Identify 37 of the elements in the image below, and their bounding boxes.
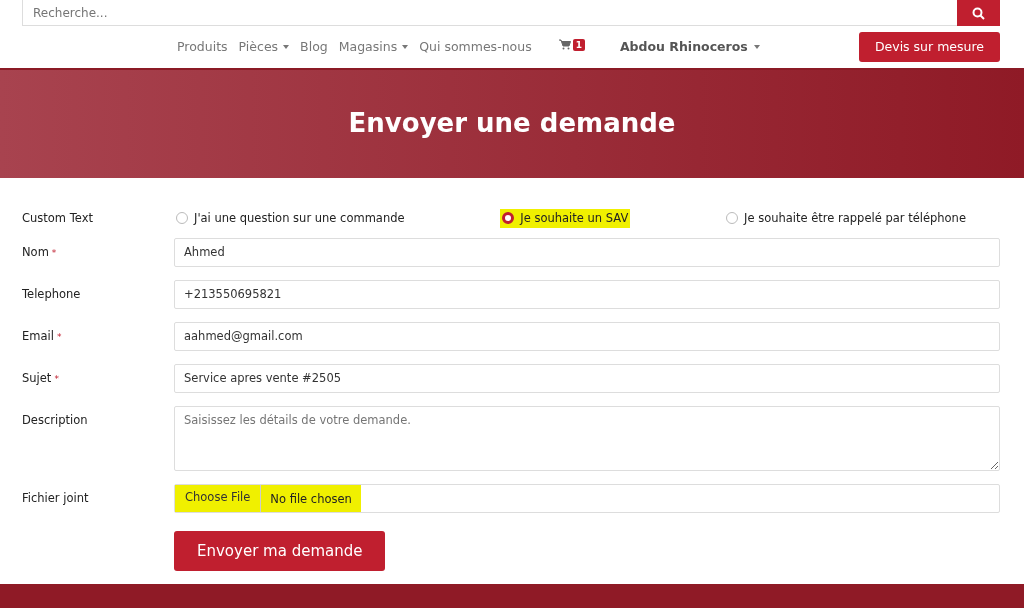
nav-link[interactable]: Produits xyxy=(177,37,228,57)
cart-count-badge: 1 xyxy=(572,39,585,52)
field-label: Fichier joint xyxy=(22,490,89,505)
file-field[interactable]: Choose File No file chosen xyxy=(174,483,1000,513)
nav-link[interactable]: Magasins xyxy=(338,37,409,57)
search-field[interactable]: Recherche... xyxy=(22,0,957,26)
text-field[interactable]: +213550695821 xyxy=(174,279,1000,309)
nav-link[interactable]: Pièces xyxy=(238,37,290,57)
text-field[interactable]: Service apres vente #2505 xyxy=(174,363,1000,393)
search-button[interactable] xyxy=(957,0,1000,26)
field-label: Custom Text xyxy=(22,210,94,228)
field-label: Sujet xyxy=(22,370,52,385)
text-field[interactable]: Ahmed xyxy=(174,237,1000,267)
field-label: Nom xyxy=(22,244,49,259)
radio-option[interactable]: J'ai une question sur une commande xyxy=(174,209,407,228)
page-title: Envoyer une demande xyxy=(348,108,676,140)
choose-file-button[interactable]: Choose File xyxy=(175,484,262,512)
submit-button[interactable]: Envoyer ma demande xyxy=(174,530,386,572)
radio-option[interactable]: Je souhaite un SAV xyxy=(500,209,631,228)
textarea-field[interactable]: Saisissez les détails de votre demande. xyxy=(174,405,1000,471)
field-label: Description xyxy=(22,412,88,427)
user-menu[interactable]: Abdou Rhinoceros xyxy=(619,37,760,57)
required-mark: * xyxy=(54,373,59,384)
radio-option[interactable]: Je souhaite être rappelé par téléphone xyxy=(724,209,968,228)
cart-link[interactable]: 1 xyxy=(558,39,585,55)
nav-link[interactable]: Blog xyxy=(300,37,328,57)
caret-icon xyxy=(753,44,760,49)
field-label: Email xyxy=(22,328,54,343)
cart-icon xyxy=(558,39,571,51)
nav-link[interactable]: Qui sommes-nous xyxy=(419,37,532,57)
file-status: No file chosen xyxy=(261,484,361,512)
required-mark: * xyxy=(51,247,57,258)
field-label: Telephone xyxy=(22,286,81,301)
quote-button[interactable]: Devis sur mesure xyxy=(858,31,1000,63)
required-mark: * xyxy=(56,331,62,342)
search-icon xyxy=(972,6,985,20)
text-field[interactable]: aahmed@gmail.com xyxy=(174,321,1000,351)
